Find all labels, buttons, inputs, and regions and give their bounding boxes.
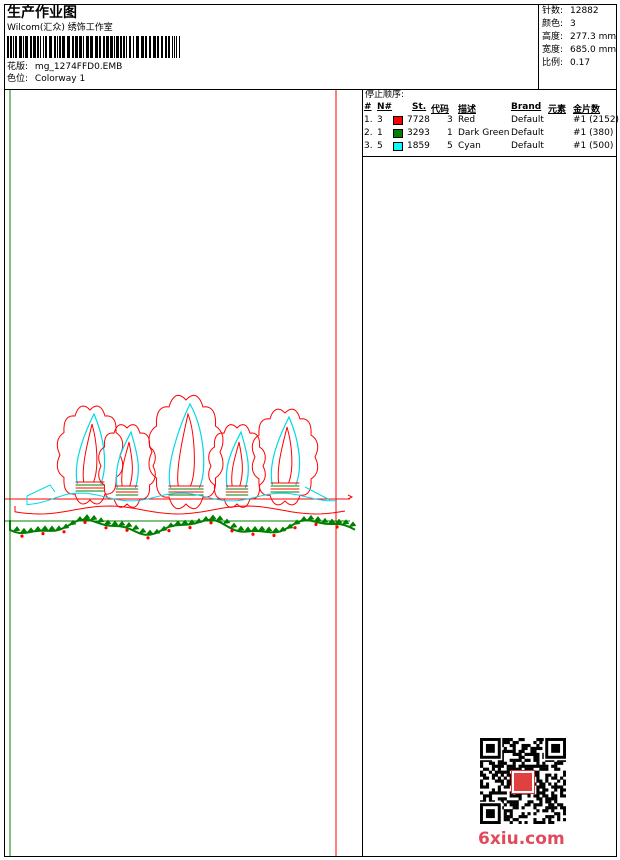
color-swatch <box>393 116 403 125</box>
cell-index: 2. <box>364 128 373 138</box>
stat-scale: 比例: 0.17 <box>542 58 591 68</box>
cell-desc: Cyan <box>458 141 481 151</box>
watermark-text: 6xiu.com <box>478 829 565 849</box>
col-needle: N# <box>377 102 393 112</box>
stat-stitches: 针数: 12882 <box>542 6 599 16</box>
color-swatch <box>393 129 403 138</box>
cell-desc: Red <box>458 115 476 125</box>
table-row: 2. 1 3293 1 Dark Green Default #1 (380) <box>363 127 617 140</box>
barcode <box>7 36 180 58</box>
table-row: 1. 3 7728 3 Red Default #1 (2152) <box>363 114 620 127</box>
body-divider <box>362 89 363 857</box>
cell-needle: 3 <box>377 115 383 125</box>
header-divider <box>538 4 539 90</box>
company-name: Wilcom(汇众) 绣饰工作室 <box>7 23 113 33</box>
cell-needle: 1 <box>377 128 383 138</box>
cell-brand: Default <box>511 141 544 151</box>
stat-height: 高度: 277.3 mm <box>542 32 617 42</box>
cell-stitches: 7728 <box>407 115 430 125</box>
design-label: 花版: <box>7 62 29 72</box>
col-index: # <box>364 102 372 112</box>
colorway-value: Colorway 1 <box>34 74 86 84</box>
cell-code: 3 <box>447 115 453 125</box>
colorway: 色位: Colorway 1 <box>7 74 85 85</box>
cell-needle: 5 <box>377 141 383 151</box>
cell-brand: Default <box>511 115 544 125</box>
cell-code: 1 <box>447 128 453 138</box>
cell-desc: Dark Green <box>458 128 510 138</box>
cell-index: 3. <box>364 141 373 151</box>
cell-brand: Default <box>511 128 544 138</box>
table-header: # N# St. 代码 描述 Brand 元素 金片数 <box>363 102 617 115</box>
embroidery-design <box>5 90 357 856</box>
cell-index: 1. <box>364 115 373 125</box>
colorway-label: 色位: <box>7 74 29 84</box>
stop-sequence-title: 停止顺序: <box>365 90 405 100</box>
col-stitches: St. <box>412 102 427 112</box>
design-value: mg_1274FFD0.EMB <box>34 62 123 72</box>
page-title: 生产作业图 <box>7 5 77 21</box>
cell-sequins: #1 (2152) <box>573 115 620 125</box>
stat-width: 宽度: 685.0 mm <box>542 45 617 55</box>
stop-sequence-panel: 停止顺序: # N# St. 代码 描述 Brand 元素 金片数 1. 3 772… <box>363 89 620 157</box>
stat-colors: 颜色: 3 <box>542 19 576 29</box>
color-swatch <box>393 142 403 151</box>
cell-stitches: 1859 <box>407 141 430 151</box>
cell-sequins: #1 (380) <box>573 128 614 138</box>
seal-stamp <box>511 770 535 794</box>
table-row: 3. 5 1859 5 Cyan Default #1 (500) <box>363 140 617 153</box>
cell-code: 5 <box>447 141 453 151</box>
cell-sequins: #1 (500) <box>573 141 614 151</box>
design-name: 花版: mg_1274FFD0.EMB <box>7 62 122 73</box>
cell-stitches: 3293 <box>407 128 430 138</box>
col-brand: Brand <box>511 102 542 112</box>
